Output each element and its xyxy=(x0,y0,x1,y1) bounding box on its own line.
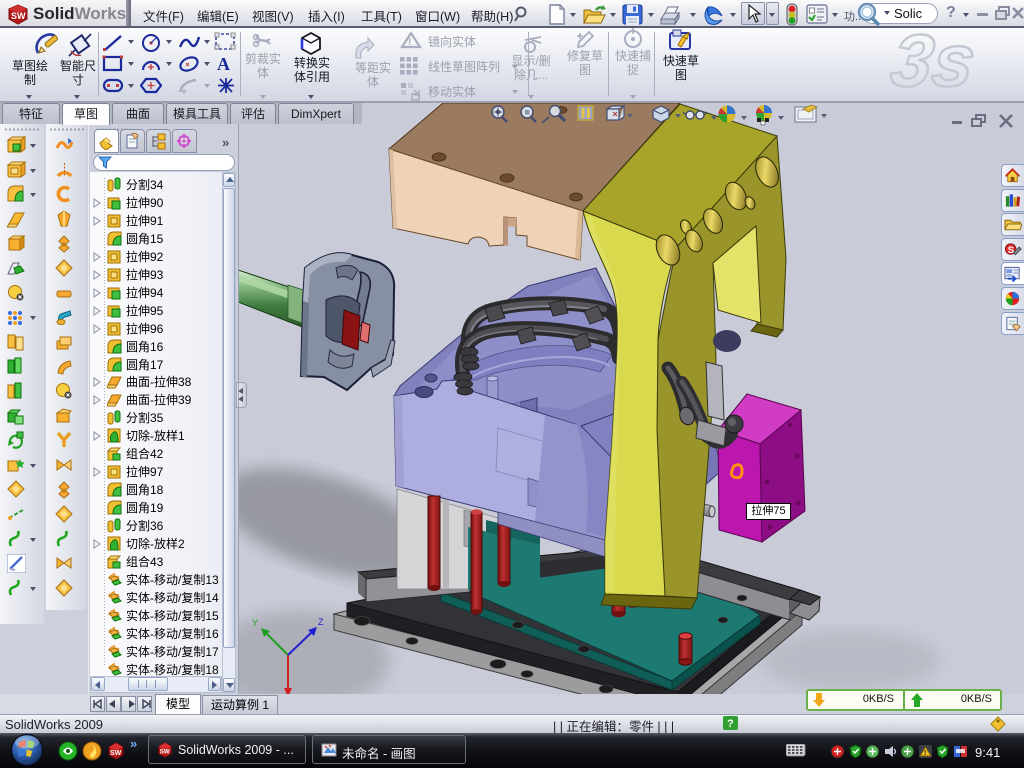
svg-text:SW: SW xyxy=(110,750,122,757)
svg-text:Y: Y xyxy=(252,618,258,628)
svg-text:SW: SW xyxy=(11,11,26,21)
svg-text:SW: SW xyxy=(160,749,170,756)
svg-text:!: ! xyxy=(408,37,411,48)
svg-text:!: ! xyxy=(924,750,926,757)
svg-text:Z: Z xyxy=(318,617,324,627)
svg-text:S: S xyxy=(1008,245,1014,256)
svg-text:?: ? xyxy=(727,718,734,730)
svg-text:A: A xyxy=(217,54,230,74)
